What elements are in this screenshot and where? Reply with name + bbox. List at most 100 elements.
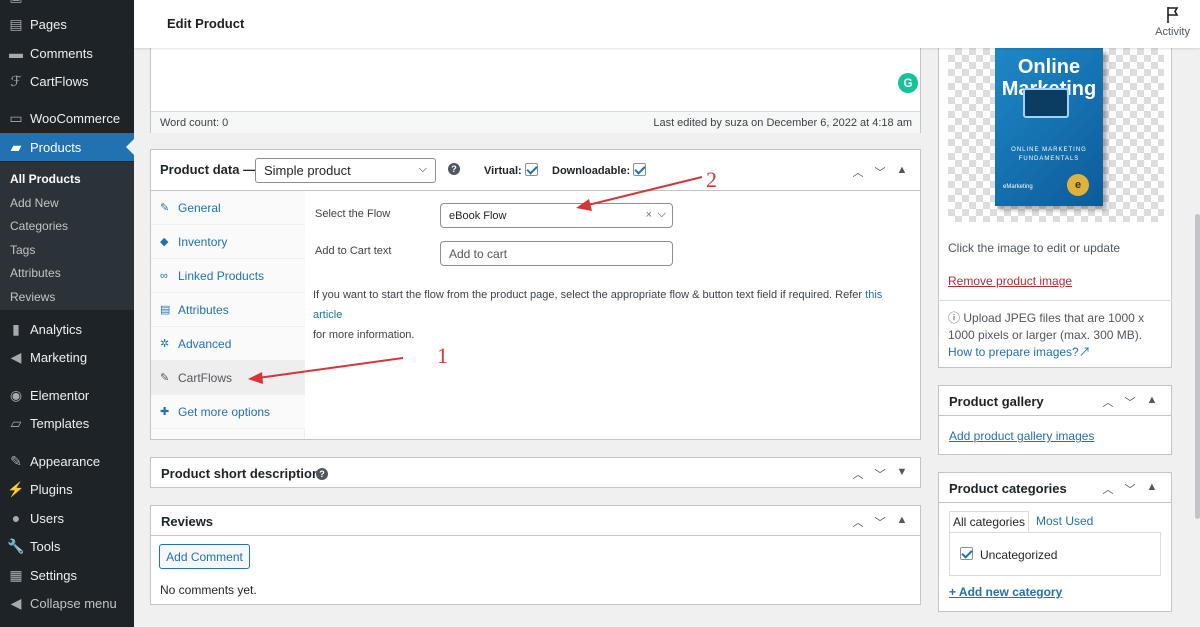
sidebar-item-pages[interactable]: ▤ Pages bbox=[0, 10, 134, 38]
tab-attributes[interactable]: ▤ Attributes bbox=[151, 293, 305, 327]
last-edited: Last edited by suza on December 6, 2022 … bbox=[653, 117, 912, 129]
uncategorized-label: Uncategorized bbox=[980, 548, 1058, 562]
tab-label: CartFlows bbox=[178, 370, 233, 385]
tab-general[interactable]: ✎ General bbox=[151, 191, 305, 225]
elementor-icon: ◉ bbox=[9, 386, 23, 403]
sidebar-item-label: WooCommerce bbox=[30, 110, 121, 126]
sidebar-item-settings[interactable]: ▦ Settings bbox=[0, 561, 134, 589]
move-down-icon[interactable]: ﹀ bbox=[873, 164, 887, 180]
sidebar-item-marketing[interactable]: ◀ Marketing bbox=[0, 343, 134, 371]
sidebar-item-label: Products bbox=[30, 139, 82, 155]
toggle-panel-icon[interactable]: ▲ bbox=[1145, 481, 1159, 497]
sidebar-item-label: Marketing bbox=[30, 349, 88, 365]
activity-label: Activity bbox=[1155, 26, 1190, 38]
sidebar-item-users[interactable]: ● Users bbox=[0, 504, 134, 532]
add-comment-button[interactable]: Add Comment bbox=[159, 544, 250, 569]
sidebar-item-woocommerce[interactable]: ▭ WooCommerce bbox=[0, 104, 134, 132]
submenu-tags[interactable]: Tags bbox=[10, 243, 35, 257]
help-icon[interactable]: ? bbox=[448, 163, 460, 175]
downloadable-checkbox[interactable] bbox=[633, 163, 647, 176]
reviews-header: Reviews ︿ ﹀ ▲ bbox=[151, 506, 920, 536]
move-up-icon[interactable]: ︿ bbox=[1101, 481, 1115, 497]
clear-icon[interactable]: × bbox=[646, 209, 652, 221]
submenu-reviews[interactable]: Reviews bbox=[10, 290, 55, 304]
product-data-tabs: ✎ General ◆ Inventory ∞ Linked Products ▤ At… bbox=[151, 191, 305, 439]
product-data-panel: Product data — Simple product ⌵ ? Virtua… bbox=[150, 149, 921, 440]
help-icon[interactable]: ? bbox=[316, 468, 328, 480]
submenu-add-new[interactable]: Add New bbox=[10, 196, 59, 210]
cart-text-input[interactable]: Add to cart bbox=[440, 241, 673, 266]
move-up-icon[interactable]: ︿ bbox=[851, 164, 865, 180]
sidebar-item-analytics[interactable]: ▮ Analytics bbox=[0, 315, 134, 343]
submenu-attributes[interactable]: Attributes bbox=[10, 266, 61, 280]
media-icon: ▣ bbox=[8, 0, 24, 4]
move-down-icon[interactable]: ﹀ bbox=[1123, 394, 1137, 410]
sidebar-item-appearance[interactable]: ✎ Appearance bbox=[0, 447, 134, 475]
downloadable-label: Downloadable: bbox=[552, 165, 631, 177]
prepare-images-link[interactable]: How to prepare images? bbox=[948, 345, 1079, 359]
sidebar-item-comments[interactable]: ▬ Comments bbox=[0, 39, 134, 67]
categories-list: Uncategorized bbox=[949, 532, 1161, 576]
reviews-panel: Reviews ︿ ﹀ ▲ Add Comment No comments yet. bbox=[150, 505, 921, 605]
toggle-panel-icon[interactable]: ▼ bbox=[895, 466, 909, 482]
ebook-cover-image[interactable]: Online Marketing ONLINE MARKETING FUNDAM… bbox=[995, 48, 1103, 206]
content-editor[interactable]: G Word count: 0 Last edited by suza on D… bbox=[150, 40, 921, 133]
tab-linked-products[interactable]: ∞ Linked Products bbox=[151, 259, 305, 293]
tab-most-used[interactable]: Most Used bbox=[1036, 514, 1093, 528]
sidebar-item-plugins[interactable]: ⚡ Plugins bbox=[0, 475, 134, 503]
book-subtitle: ONLINE MARKETING FUNDAMENTALS bbox=[1011, 147, 1087, 162]
collapse-menu-button[interactable]: ◀ Collapse menu bbox=[0, 589, 134, 617]
remove-image-link[interactable]: Remove product image bbox=[948, 274, 1072, 288]
sidebar-item-label: Users bbox=[30, 510, 64, 526]
grammarly-icon[interactable]: G bbox=[898, 73, 918, 93]
products-icon: ▰ bbox=[10, 138, 22, 155]
activity-button[interactable]: Activity bbox=[1155, 6, 1190, 38]
move-up-icon[interactable]: ︿ bbox=[851, 466, 865, 482]
tab-all-categories[interactable]: All categories bbox=[949, 511, 1029, 533]
gear-icon: ✲ bbox=[160, 338, 170, 350]
analytics-icon: ▮ bbox=[12, 320, 20, 337]
submenu-all-products[interactable]: All Products bbox=[10, 172, 81, 186]
virtual-checkbox[interactable] bbox=[524, 163, 538, 176]
move-down-icon[interactable]: ﹀ bbox=[1123, 481, 1137, 497]
plugins-icon: ⚡ bbox=[7, 480, 25, 497]
scrollbar[interactable] bbox=[1195, 214, 1200, 519]
move-up-icon[interactable]: ︿ bbox=[851, 514, 865, 530]
add-new-category-link[interactable]: + Add new category bbox=[949, 585, 1062, 599]
sidebar-item-label: Pages bbox=[30, 16, 67, 32]
tab-cartflows[interactable]: ✎ CartFlows bbox=[151, 361, 305, 395]
toggle-panel-icon[interactable]: ▲ bbox=[1145, 394, 1159, 410]
move-up-icon[interactable]: ︿ bbox=[1101, 394, 1115, 410]
link-icon: ∞ bbox=[160, 269, 168, 282]
toggle-panel-icon[interactable]: ▲ bbox=[895, 164, 909, 180]
product-categories-panel: Product categories ︿ ﹀ ▲ All categories Mo… bbox=[938, 472, 1172, 612]
tab-inventory[interactable]: ◆ Inventory bbox=[151, 225, 305, 259]
sidebar-item-templates[interactable]: ▱ Templates bbox=[0, 409, 134, 437]
upload-info: ⓘ Upload JPEG files that are 1000 x 1000… bbox=[948, 310, 1166, 361]
plugin-icon: ✚ bbox=[160, 406, 170, 418]
flow-select[interactable]: eBook Flow × ⌵ bbox=[440, 203, 673, 228]
toggle-panel-icon[interactable]: ▲ bbox=[895, 514, 909, 530]
product-data-title: Product data — bbox=[160, 162, 257, 177]
sidebar-item-media[interactable]: ▣ bbox=[0, 0, 134, 10]
upload-info-text: Upload JPEG files that are 1000 x 1000 p… bbox=[948, 311, 1145, 342]
laptop-illustration bbox=[1023, 88, 1069, 118]
no-comments-text: No comments yet. bbox=[160, 583, 257, 597]
tools-icon: 🔧 bbox=[7, 537, 25, 554]
short-description-panel[interactable]: Product short description ? ︿ ﹀ ▼ bbox=[150, 457, 921, 488]
add-gallery-images-link[interactable]: Add product gallery images bbox=[949, 429, 1094, 443]
uncategorized-checkbox[interactable] bbox=[960, 547, 973, 560]
tab-get-more-options[interactable]: ✚ Get more options bbox=[151, 395, 305, 429]
product-type-select[interactable]: Simple product ⌵ bbox=[255, 158, 436, 183]
sidebar-item-products[interactable]: ▰ Products bbox=[0, 133, 134, 161]
submenu-categories[interactable]: Categories bbox=[10, 219, 68, 233]
marketing-icon: ◀ bbox=[10, 348, 22, 365]
book-brand: eMarketing bbox=[1003, 184, 1033, 190]
move-down-icon[interactable]: ﹀ bbox=[873, 466, 887, 482]
panel-controls: ︿ ﹀ ▲ bbox=[851, 514, 909, 530]
sidebar-item-elementor[interactable]: ◉ Elementor bbox=[0, 381, 134, 409]
move-down-icon[interactable]: ﹀ bbox=[873, 514, 887, 530]
tab-advanced[interactable]: ✲ Advanced bbox=[151, 327, 305, 361]
sidebar-item-cartflows[interactable]: ℱ CartFlows bbox=[0, 67, 134, 95]
sidebar-item-tools[interactable]: 🔧 Tools bbox=[0, 532, 134, 560]
